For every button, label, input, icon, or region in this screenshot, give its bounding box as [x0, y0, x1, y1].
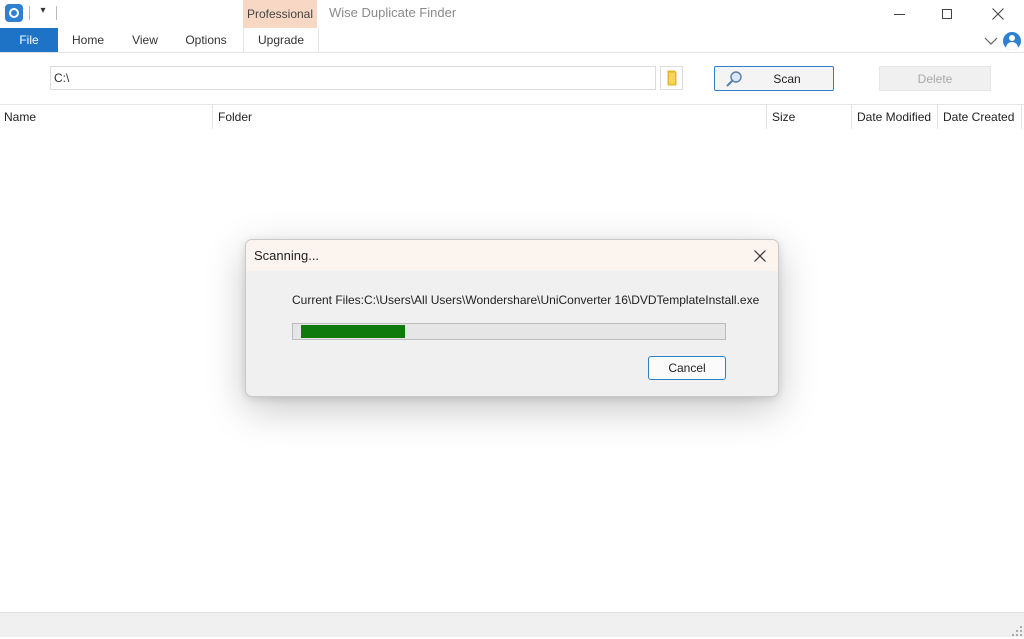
tab-home[interactable]: Home	[66, 28, 110, 52]
column-divider[interactable]	[937, 105, 938, 129]
professional-badge: Professional	[243, 0, 317, 28]
scan-progress-bar	[292, 323, 726, 340]
dialog-title: Scanning...	[254, 248, 320, 263]
column-header-folder[interactable]: Folder	[214, 105, 766, 129]
cancel-button[interactable]: Cancel	[648, 356, 726, 380]
minimize-icon	[893, 13, 905, 15]
tab-file[interactable]: File	[0, 28, 58, 52]
path-input[interactable]	[50, 66, 656, 90]
current-file-label: Current Files:C:\Users\All Users\Wonders…	[292, 293, 760, 307]
scan-button-label: Scan	[773, 72, 801, 86]
tab-options[interactable]: Options	[180, 28, 232, 52]
window-title: Wise Duplicate Finder	[329, 5, 457, 20]
column-divider[interactable]	[212, 105, 213, 129]
folder-icon	[667, 70, 676, 86]
minimize-button[interactable]	[876, 0, 922, 28]
maximize-button[interactable]	[924, 0, 970, 28]
column-divider[interactable]	[766, 105, 767, 129]
column-header-date-modified[interactable]: Date Modified	[853, 105, 937, 129]
column-header-name[interactable]: Name	[0, 105, 212, 129]
scanning-dialog: Scanning... Current Files:C:\Users\All U…	[245, 239, 779, 397]
column-header-date-created[interactable]: Date Created	[939, 105, 1021, 129]
close-icon	[992, 8, 1004, 20]
scan-button[interactable]: Scan	[714, 66, 834, 91]
delete-button[interactable]: Delete	[879, 66, 991, 91]
column-header-size[interactable]: Size	[768, 105, 851, 129]
quick-access-separator	[56, 6, 57, 20]
column-divider[interactable]	[851, 105, 852, 129]
quick-access-separator	[29, 6, 30, 20]
tab-upgrade[interactable]: Upgrade	[243, 28, 319, 52]
dialog-title-bar	[246, 240, 778, 271]
title-bar	[0, 0, 1024, 28]
chevron-down-icon[interactable]	[983, 33, 999, 49]
close-icon	[754, 250, 766, 262]
maximize-icon	[942, 9, 952, 19]
app-logo-icon[interactable]	[5, 4, 23, 22]
status-bar	[0, 612, 1024, 637]
column-divider[interactable]	[1021, 105, 1022, 129]
dialog-close-button[interactable]	[750, 247, 770, 265]
close-window-button[interactable]	[975, 0, 1021, 28]
account-icon[interactable]	[1003, 32, 1021, 50]
quick-access-dropdown-icon[interactable]: ▾	[36, 5, 50, 21]
size-grip-icon[interactable]	[1012, 625, 1022, 636]
tab-view[interactable]: View	[126, 28, 164, 52]
scan-progress-fill	[301, 325, 405, 338]
browse-folder-button[interactable]	[660, 66, 683, 90]
